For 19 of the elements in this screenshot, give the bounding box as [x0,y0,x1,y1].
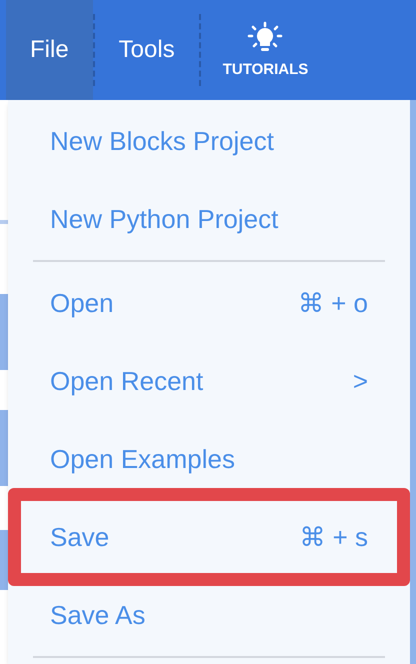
menu-item-label: Save [50,520,110,554]
menu-item-label: Open [50,286,114,320]
menu-item[interactable]: New Blocks Project [8,102,410,180]
block-strip [0,530,8,590]
menu-tab[interactable]: Tools [94,0,199,100]
menu-item[interactable]: Save ⌘ + s [8,488,410,586]
menu-item[interactable]: Open Recent > [8,342,410,420]
menu-item-label: New Blocks Project [50,124,274,158]
menu-item[interactable]: Open ⌘ + o [8,264,410,342]
menu-tab[interactable]: TUTORIALS [200,0,330,100]
menu-item-label: New Python Project [50,202,278,236]
shortcut-label: > [352,364,368,398]
shortcut-label: ⌘ + o [298,286,368,320]
menu-tab[interactable]: File [6,0,93,100]
menu-item-label: Save As [50,598,146,632]
menu-item-label: Open Recent [50,364,204,398]
menu-item[interactable]: New Python Project [8,180,410,258]
shortcut-label: ⌘ + s [299,520,368,554]
menu-item-label: Open Examples [50,442,235,476]
